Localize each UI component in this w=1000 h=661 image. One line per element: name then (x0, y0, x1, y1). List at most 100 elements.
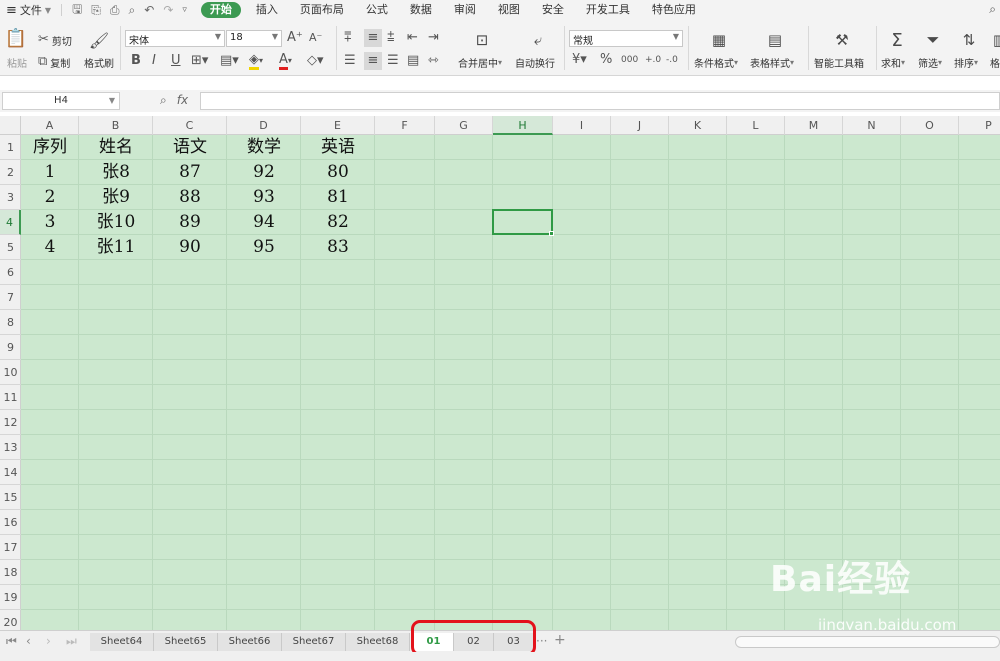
column-header-A[interactable]: A (21, 116, 79, 135)
clear-icon[interactable]: ◇▾ (307, 53, 324, 69)
print-icon[interactable]: ⎙ (110, 3, 120, 18)
align-bottom-icon[interactable]: ⩲ (387, 31, 395, 45)
cell-E1[interactable]: 英语 (301, 135, 375, 160)
row-header-8[interactable]: 8 (0, 310, 21, 335)
row-header-11[interactable]: 11 (0, 385, 21, 410)
decrease-decimal-icon[interactable]: -.0 (666, 53, 678, 67)
zoom-icon[interactable]: ⌕ (160, 93, 167, 108)
tab-7[interactable]: 安全 (531, 0, 575, 20)
cell-B4[interactable]: 张10 (79, 210, 153, 235)
currency-icon[interactable]: ¥▾ (572, 53, 587, 67)
cell-E5[interactable]: 83 (301, 235, 375, 260)
select-all-corner[interactable] (0, 116, 21, 135)
column-header-G[interactable]: G (435, 116, 493, 135)
column-header-P[interactable]: P (959, 116, 1000, 135)
sheet-tab-Sheet65[interactable]: Sheet65 (154, 633, 218, 651)
cell-style-icon[interactable]: ▤▾ (220, 53, 239, 69)
column-header-O[interactable]: O (901, 116, 959, 135)
cell-D5[interactable]: 95 (227, 235, 301, 260)
format-painter-button[interactable]: 格式刷 (82, 56, 116, 70)
cell-E2[interactable]: 80 (301, 160, 375, 185)
file-menu[interactable]: ≡ 文件 ▼ (0, 0, 57, 20)
tab-1[interactable]: 插入 (245, 0, 289, 20)
column-header-C[interactable]: C (153, 116, 227, 135)
row-header-19[interactable]: 19 (0, 585, 21, 610)
cut-button[interactable]: ✂ 剪切 (38, 33, 72, 48)
percent-icon[interactable]: % (600, 53, 612, 67)
align-middle-icon[interactable]: ≡ (364, 29, 382, 47)
row-header-13[interactable]: 13 (0, 435, 21, 460)
cell-A3[interactable]: 2 (21, 185, 79, 210)
fx-icon[interactable]: fx (177, 93, 188, 108)
cell-E3[interactable]: 81 (301, 185, 375, 210)
filter-icon[interactable]: ⏷ (922, 30, 944, 50)
distribute-icon[interactable]: ⇿ (428, 54, 439, 68)
cell-C3[interactable]: 88 (153, 185, 227, 210)
merge-center-button[interactable]: 合并居中 ▾ (458, 56, 502, 70)
column-header-N[interactable]: N (843, 116, 901, 135)
column-header-H[interactable]: H (493, 116, 553, 135)
first-sheet-icon[interactable]: ⏮ (6, 634, 17, 649)
row-header-18[interactable]: 18 (0, 560, 21, 585)
indent-increase-icon[interactable]: ⇥ (428, 31, 439, 45)
align-left-icon[interactable]: ☰ (344, 54, 356, 68)
column-header-I[interactable]: I (553, 116, 611, 135)
paste-icon[interactable]: 📋 (4, 28, 28, 49)
increase-font-icon[interactable]: A⁺ (287, 30, 303, 46)
save-icon[interactable]: 🖫 (72, 0, 82, 21)
column-header-E[interactable]: E (301, 116, 375, 135)
row-header-4[interactable]: 4 (0, 210, 21, 235)
sheet-tab-Sheet68[interactable]: Sheet68 (346, 633, 410, 651)
cell-E4[interactable]: 82 (301, 210, 375, 235)
row-header-2[interactable]: 2 (0, 160, 21, 185)
cell-B3[interactable]: 张9 (79, 185, 153, 210)
undo-icon[interactable]: ↶ (144, 3, 154, 17)
align-right-icon[interactable]: ☰ (387, 54, 399, 68)
italic-button[interactable]: I (152, 53, 156, 69)
align-center-icon[interactable]: ≡ (364, 52, 382, 70)
sheet-tab-Sheet64[interactable]: Sheet64 (90, 633, 154, 651)
cell-C2[interactable]: 87 (153, 160, 227, 185)
copy-button[interactable]: ⧉ 复制 (38, 55, 70, 70)
tab-4[interactable]: 数据 (399, 0, 443, 20)
row-header-5[interactable]: 5 (0, 235, 21, 260)
row-header-17[interactable]: 17 (0, 535, 21, 560)
cell-A1[interactable]: 序列 (21, 135, 79, 160)
table-style-button[interactable]: 表格样式 ▾ (750, 56, 794, 70)
smart-toolbox-icon[interactable]: ⚒ (830, 30, 854, 50)
cell-C1[interactable]: 语文 (153, 135, 227, 160)
cell-A2[interactable]: 1 (21, 160, 79, 185)
next-sheet-icon[interactable]: › (46, 634, 51, 648)
format-icon[interactable]: ▥ (990, 30, 1000, 50)
cell-D4[interactable]: 94 (227, 210, 301, 235)
redo-icon[interactable]: ↷ (163, 3, 173, 17)
tab-9[interactable]: 特色应用 (641, 0, 707, 20)
column-header-K[interactable]: K (669, 116, 727, 135)
row-header-15[interactable]: 15 (0, 485, 21, 510)
row-header-16[interactable]: 16 (0, 510, 21, 535)
tab-6[interactable]: 视图 (487, 0, 531, 20)
wrap-text-icon[interactable]: ⤶ (527, 30, 549, 50)
column-header-M[interactable]: M (785, 116, 843, 135)
indent-decrease-icon[interactable]: ⇤ (407, 31, 418, 45)
decrease-font-icon[interactable]: A⁻ (309, 30, 322, 46)
underline-button[interactable]: U (171, 53, 181, 69)
cell-A5[interactable]: 4 (21, 235, 79, 260)
more-sheets-button[interactable]: ··· (536, 634, 547, 648)
tab-3[interactable]: 公式 (355, 0, 399, 20)
cell-D3[interactable]: 93 (227, 185, 301, 210)
increase-decimal-icon[interactable]: +.0 (645, 53, 661, 67)
tab-0[interactable]: 开始 (200, 2, 241, 18)
row-header-12[interactable]: 12 (0, 410, 21, 435)
print-preview-icon[interactable]: ⌕ (129, 3, 136, 18)
table-style-icon[interactable]: ▤ (764, 30, 786, 50)
last-sheet-icon[interactable]: ⏭ (66, 634, 77, 649)
sheet-tab-Sheet66[interactable]: Sheet66 (218, 633, 282, 651)
cell-B5[interactable]: 张11 (79, 235, 153, 260)
customize-icon[interactable]: ▿ (182, 5, 187, 15)
column-header-L[interactable]: L (727, 116, 785, 135)
sum-icon[interactable]: Σ (886, 30, 908, 51)
thousands-icon[interactable]: 000 (621, 53, 638, 67)
row-header-14[interactable]: 14 (0, 460, 21, 485)
search-icon[interactable]: ⌕ (989, 2, 996, 17)
